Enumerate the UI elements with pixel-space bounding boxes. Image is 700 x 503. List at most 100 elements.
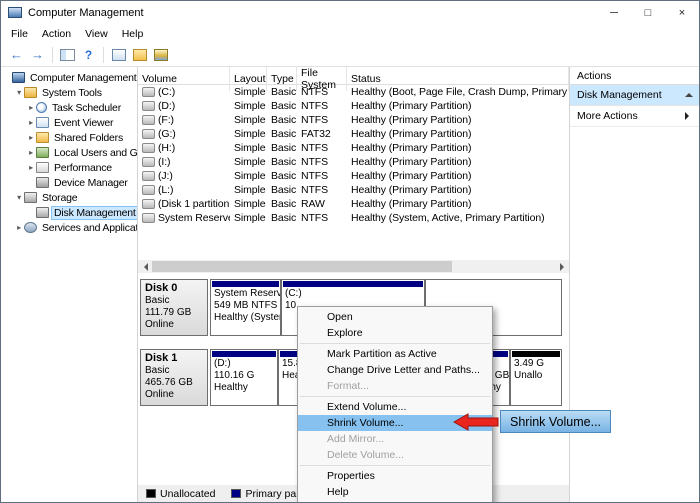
partition-label: System Reserve [211,288,280,300]
tree-item-shared-folders[interactable]: ▸ Shared Folders [1,130,137,145]
volume-row-j[interactable]: (J:) Simple Basic NTFS Healthy (Primary … [138,169,569,183]
disk-size: 465.76 GB [145,377,203,389]
disk-0-info-box[interactable]: Disk 0 Basic 111.79 GB Online [140,279,208,336]
help-button[interactable]: ? [78,45,99,65]
export-list-button[interactable] [108,45,129,65]
partition-system-reserved[interactable]: System Reserve 549 MB NTFS Healthy (Syst… [210,279,281,336]
tree-item-label: Task Scheduler [50,102,123,114]
menu-item-change-drive-letter[interactable]: Change Drive Letter and Paths... [298,362,492,378]
menu-separator [300,343,490,344]
volume-status: Healthy (System, Active, Primary Partiti… [347,212,569,224]
menu-item-explore[interactable]: Explore [298,325,492,341]
volume-name: System Reserved (K:) [158,212,230,224]
volume-row-f[interactable]: (F:) Simple Basic NTFS Healthy (Primary … [138,113,569,127]
volume-row-c[interactable]: (C:) Simple Basic NTFS Healthy (Boot, Pa… [138,85,569,99]
expand-icon[interactable]: ▸ [26,133,36,142]
window-controls: ─ □ × [597,1,699,24]
performance-icon [36,162,49,173]
volume-name: (F:) [158,114,174,126]
disk-1-info-box[interactable]: Disk 1 Basic 465.76 GB Online [140,349,208,406]
properties-button[interactable] [150,45,171,65]
partition-size: 110.16 G [211,370,277,382]
console-tree-icon [60,49,75,61]
tree-item-performance[interactable]: ▸ Performance [1,160,137,175]
expand-icon[interactable]: ▸ [14,223,24,232]
minimize-button[interactable]: ─ [597,1,631,24]
volume-row-l[interactable]: (L:) Simple Basic NTFS Healthy (Primary … [138,183,569,197]
tree-item-disk-management[interactable]: Disk Management [1,205,137,220]
scroll-right-button[interactable] [555,260,569,273]
volume-row-h[interactable]: (H:) Simple Basic NTFS Healthy (Primary … [138,141,569,155]
expand-icon[interactable]: ▸ [26,148,36,157]
tree-item-task-scheduler[interactable]: ▸ Task Scheduler [1,100,137,115]
tree-item-device-manager[interactable]: Device Manager [1,175,137,190]
volume-type: Basic [267,198,297,210]
menu-item-mark-partition-active[interactable]: Mark Partition as Active [298,346,492,362]
maximize-button[interactable]: □ [631,1,665,24]
scrollbar-thumb[interactable] [152,261,452,272]
tree-item-label: System Tools [40,87,104,99]
scroll-left-button[interactable] [138,260,152,273]
shared-folders-icon [36,132,49,143]
collapse-icon[interactable]: ▾ [14,88,24,97]
menu-help[interactable]: Help [115,26,151,42]
forward-button[interactable]: → [27,45,48,65]
menu-file[interactable]: File [4,26,35,42]
context-menu: Open Explore Mark Partition as Active Ch… [297,306,493,503]
expand-icon[interactable]: ▸ [26,163,36,172]
tree-item-label: Event Viewer [52,117,115,129]
menu-separator [300,465,490,466]
volume-row-d[interactable]: (D:) Simple Basic NTFS Healthy (Primary … [138,99,569,113]
volume-table-header: Volume Layout Type File System Status [138,67,569,85]
menu-item-add-mirror: Add Mirror... [298,431,492,447]
tree-item-event-viewer[interactable]: ▸ Event Viewer [1,115,137,130]
volume-icon [142,101,155,111]
menu-item-properties[interactable]: Properties [298,468,492,484]
menu-item-open[interactable]: Open [298,309,492,325]
horizontal-scrollbar[interactable] [138,260,569,273]
tree-item-local-users-groups[interactable]: ▸ Local Users and Groups [1,145,137,160]
volume-icon [142,185,155,195]
volume-type: Basic [267,100,297,112]
volume-row-g[interactable]: (G:) Simple Basic FAT32 Healthy (Primary… [138,127,569,141]
disk-size: 111.79 GB [145,307,203,319]
scroll-left-icon [140,263,148,271]
volume-row-i[interactable]: (I:) Simple Basic NTFS Healthy (Primary … [138,155,569,169]
volume-row-system-reserved[interactable]: System Reserved (K:) Simple Basic NTFS H… [138,211,569,225]
disk-type: Basic [145,295,203,307]
volume-layout: Simple [230,156,267,168]
partition-status: Unallo [511,370,561,382]
volume-layout: Simple [230,128,267,140]
services-applications-icon [24,222,37,233]
chevron-up-icon [685,89,693,97]
tree-item-computer-management[interactable]: Computer Management (Local [1,70,137,85]
tree-item-storage[interactable]: ▾ Storage [1,190,137,205]
partition-unallocated[interactable]: 3.49 G Unallo [510,349,562,406]
menu-action[interactable]: Action [35,26,78,42]
menu-item-help[interactable]: Help [298,484,492,500]
volume-status: Healthy (Primary Partition) [347,170,569,182]
actions-section-disk-management[interactable]: Disk Management [570,85,700,106]
red-arrow-icon [453,413,499,431]
back-button[interactable]: ← [6,45,27,65]
tree-item-system-tools[interactable]: ▾ System Tools [1,85,137,100]
tree-item-label: Local Users and Groups [52,147,138,159]
collapse-icon[interactable]: ▾ [14,193,24,202]
menu-separator [300,396,490,397]
partition-d-drive[interactable]: (D:) 110.16 G Healthy [210,349,278,406]
expand-icon[interactable]: ▸ [26,103,36,112]
close-button[interactable]: × [665,1,699,24]
volume-row-disk1-partition2[interactable]: (Disk 1 partition 2) Simple Basic RAW He… [138,197,569,211]
partition-stripe [427,281,560,287]
unallocated-stripe [512,351,560,357]
refresh-button[interactable] [129,45,150,65]
computer-icon [12,72,25,83]
console-tree-button[interactable] [57,45,78,65]
actions-title: Actions [570,67,700,85]
tree-item-services-applications[interactable]: ▸ Services and Applications [1,220,137,235]
volume-icon [142,171,155,181]
menu-view[interactable]: View [78,26,115,42]
more-actions-item[interactable]: More Actions [570,106,700,127]
menu-bar: File Action View Help [1,24,699,43]
expand-icon[interactable]: ▸ [26,118,36,127]
